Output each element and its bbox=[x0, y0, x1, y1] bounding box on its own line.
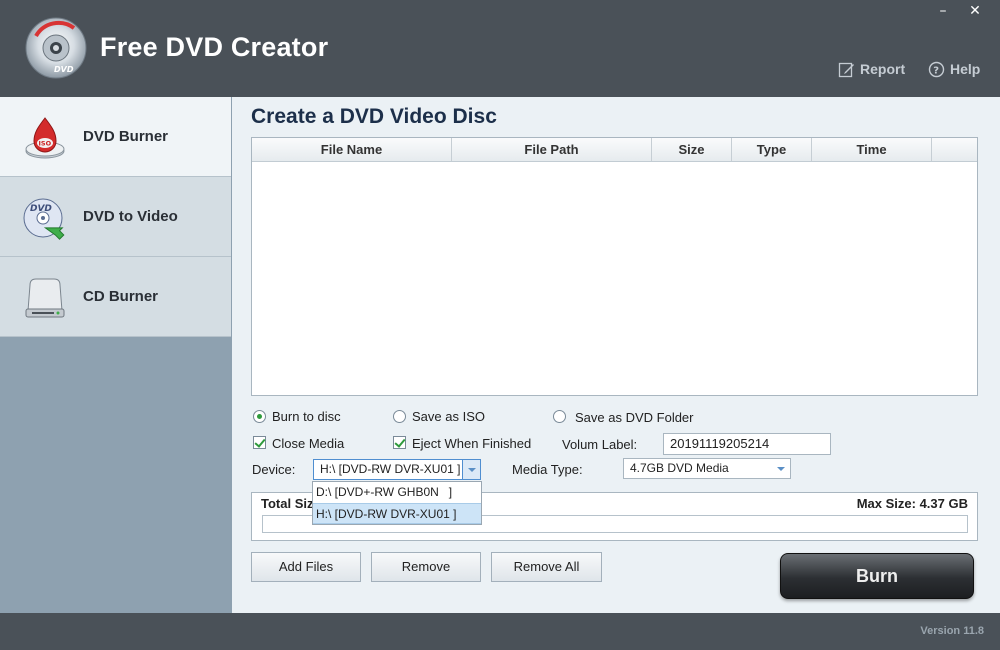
version-label: Version 11.8 bbox=[920, 625, 984, 637]
volume-label-caption: Volum Label: bbox=[562, 437, 638, 452]
dvd-to-video-icon: DVD bbox=[23, 198, 65, 240]
close-media-label[interactable]: Close Media bbox=[272, 436, 344, 451]
status-bar: Version 11.8 bbox=[0, 613, 1000, 650]
column-header-file-path[interactable]: File Path bbox=[452, 138, 652, 161]
svg-text:?: ? bbox=[933, 65, 939, 76]
save-as-iso-radio[interactable] bbox=[393, 410, 406, 423]
sidebar-item-cd-burner[interactable]: CD Burner bbox=[0, 257, 231, 337]
device-option-d[interactable]: D:\ [DVD+-RW GHB0N ] bbox=[313, 482, 481, 503]
svg-text:ISO: ISO bbox=[39, 140, 52, 148]
cd-burner-drive-icon bbox=[25, 278, 65, 318]
eject-when-finished-checkbox[interactable] bbox=[393, 436, 406, 449]
help-label: Help bbox=[950, 61, 981, 77]
title-bar: DVD Free DVD Creator – ✕ Report ? Help bbox=[0, 0, 1000, 97]
media-type-select[interactable]: 4.7GB DVD Media bbox=[623, 458, 791, 479]
burn-to-disc-radio[interactable] bbox=[253, 410, 266, 423]
sidebar-item-label: DVD Burner bbox=[83, 128, 169, 145]
edit-report-icon bbox=[838, 62, 854, 77]
close-button[interactable]: ✕ bbox=[960, 0, 990, 22]
media-type-caption: Media Type: bbox=[512, 462, 583, 477]
max-size-label: Max Size: 4.37 GB bbox=[856, 496, 968, 511]
chevron-down-icon[interactable] bbox=[772, 459, 790, 478]
device-dropdown-list: D:\ [DVD+-RW GHB0N ] H:\ [DVD-RW DVR-XU0… bbox=[312, 481, 482, 525]
page-title: Create a DVD Video Disc bbox=[251, 105, 497, 128]
svg-text:DVD: DVD bbox=[54, 65, 74, 74]
burn-to-disc-label[interactable]: Burn to disc bbox=[272, 409, 341, 424]
app-title: Free DVD Creator bbox=[100, 32, 329, 62]
sidebar-item-dvd-burner[interactable]: ISO DVD Burner bbox=[0, 97, 231, 177]
chevron-down-icon[interactable] bbox=[462, 460, 480, 479]
column-header-file-name[interactable]: File Name bbox=[252, 138, 452, 161]
save-as-iso-label[interactable]: Save as ISO bbox=[412, 409, 485, 424]
device-option-h[interactable]: H:\ [DVD-RW DVR-XU01 ] bbox=[313, 503, 481, 524]
close-media-checkbox[interactable] bbox=[253, 436, 266, 449]
help-question-icon: ? bbox=[928, 61, 945, 77]
sidebar-item-label: DVD to Video bbox=[83, 208, 178, 225]
burn-button[interactable]: Burn bbox=[780, 553, 974, 599]
main-panel: Create a DVD Video Disc File Name File P… bbox=[232, 97, 1000, 613]
add-files-button[interactable]: Add Files bbox=[251, 552, 361, 582]
minimize-button[interactable]: – bbox=[928, 0, 958, 22]
media-type-value: 4.7GB DVD Media bbox=[630, 461, 729, 475]
app-logo-disc-icon: DVD bbox=[25, 17, 87, 79]
sidebar: ISO DVD Burner DVD DVD to Video CD Burne… bbox=[0, 97, 232, 613]
column-header-type[interactable]: Type bbox=[732, 138, 812, 161]
report-link[interactable]: Report bbox=[838, 59, 905, 79]
remove-all-button[interactable]: Remove All bbox=[491, 552, 602, 582]
device-select-value: H:\ [DVD-RW DVR-XU01 ] bbox=[320, 462, 461, 476]
column-header-time[interactable]: Time bbox=[812, 138, 932, 161]
eject-when-finished-label[interactable]: Eject When Finished bbox=[412, 436, 531, 451]
device-caption: Device: bbox=[252, 462, 296, 477]
remove-button[interactable]: Remove bbox=[371, 552, 481, 582]
device-select[interactable]: H:\ [DVD-RW DVR-XU01 ] bbox=[313, 459, 481, 480]
column-header-size[interactable]: Size bbox=[652, 138, 732, 161]
table-header: File Name File Path Size Type Time bbox=[252, 138, 977, 162]
svg-text:DVD: DVD bbox=[30, 204, 52, 214]
total-size-label: Total Siz bbox=[261, 496, 314, 511]
dvd-burner-iso-icon: ISO bbox=[25, 117, 65, 159]
sidebar-item-dvd-to-video[interactable]: DVD DVD to Video bbox=[0, 177, 231, 257]
file-list-table[interactable]: File Name File Path Size Type Time bbox=[251, 137, 978, 396]
volume-label-input[interactable]: 20191119205214 bbox=[663, 433, 831, 455]
save-as-dvd-folder-radio[interactable] bbox=[553, 410, 566, 423]
sidebar-item-label: CD Burner bbox=[83, 288, 159, 305]
report-label: Report bbox=[860, 61, 906, 77]
help-link[interactable]: ? Help bbox=[928, 59, 980, 79]
save-as-dvd-folder-label[interactable]: Save as DVD Folder bbox=[575, 410, 694, 425]
